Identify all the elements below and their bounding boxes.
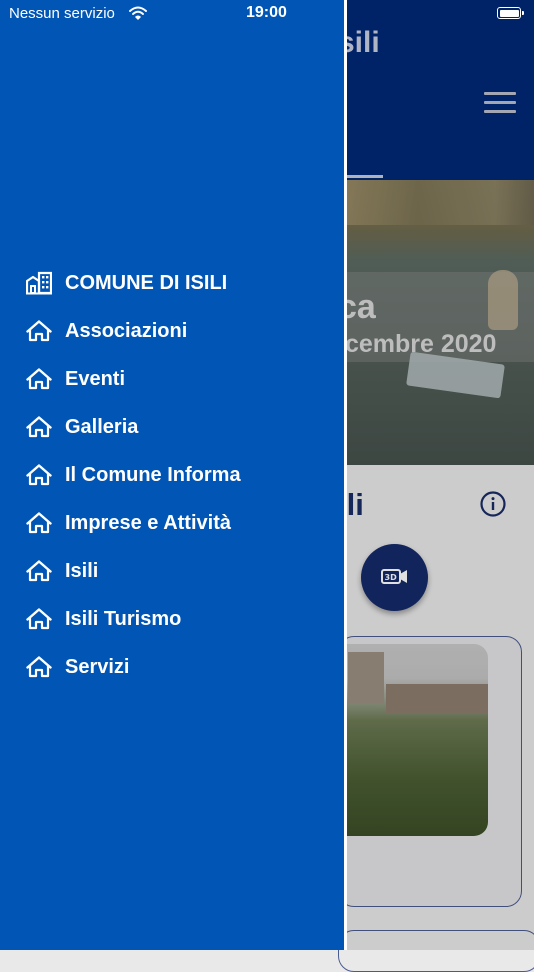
battery-icon [497,7,524,19]
drawer-item-imprese-e-attivita[interactable]: Imprese e Attività [0,502,344,546]
home-icon [26,607,52,631]
drawer-item-isili[interactable]: Isili [0,550,344,594]
drawer-item-il-comune-informa[interactable]: Il Comune Informa [0,454,344,498]
home-icon [26,319,52,343]
wifi-icon [129,6,147,25]
drawer-item-servizi[interactable]: Servizi [0,646,344,690]
buildings-icon [25,271,53,295]
home-icon [26,559,52,583]
drawer-item-label: Isili [65,560,99,582]
home-icon [26,367,52,391]
status-bar: Nessun servizio 19:00 [0,0,534,28]
drawer-item-associazioni[interactable]: Associazioni [0,310,344,354]
drawer-item-label: Isili Turismo [65,608,182,630]
drawer-item-label: Galleria [65,416,139,438]
drawer-edge [344,0,347,950]
drawer-item-galleria[interactable]: Galleria [0,406,344,450]
home-icon [26,511,52,535]
navigation-drawer: COMUNE DI ISILI Associazioni Eventi Gall… [0,0,344,950]
drawer-item-isili-turismo[interactable]: Isili Turismo [0,598,344,642]
home-icon [26,415,52,439]
drawer-item-label: Servizi [65,656,130,678]
drawer-item-label: COMUNE DI ISILI [65,272,228,294]
home-icon [26,655,52,679]
drawer-item-comune-di-isili[interactable]: COMUNE DI ISILI [0,262,344,306]
drawer-item-label: Associazioni [65,320,188,342]
carrier-label: Nessun servizio [9,5,115,22]
drawer-item-eventi[interactable]: Eventi [0,358,344,402]
home-icon [26,463,52,487]
status-time: 19:00 [246,4,287,21]
drawer-item-label: Eventi [65,368,126,390]
drawer-item-label: Imprese e Attività [65,512,231,534]
drawer-item-label: Il Comune Informa [65,464,241,486]
